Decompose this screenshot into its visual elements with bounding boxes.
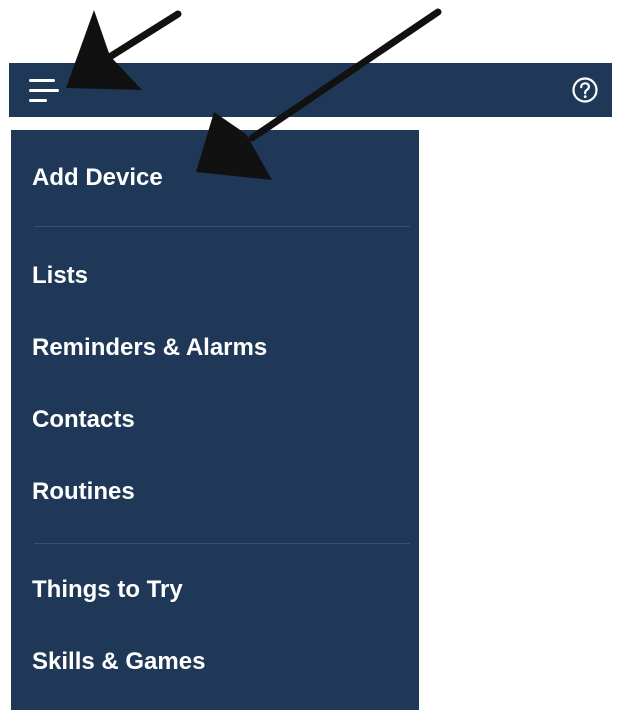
question-mark-circle-icon <box>572 77 598 103</box>
menu-item-add-device[interactable]: Add Device <box>32 163 163 193</box>
menu-divider <box>34 543 410 544</box>
hamburger-line <box>29 88 59 92</box>
menu-item-lists[interactable]: Lists <box>32 261 88 291</box>
help-button[interactable] <box>570 75 600 105</box>
side-menu: Add Device Lists Reminders & Alarms Cont… <box>11 130 419 710</box>
menu-divider <box>34 226 410 227</box>
hamburger-line <box>29 98 47 102</box>
menu-item-things-to-try[interactable]: Things to Try <box>32 575 183 605</box>
top-nav-bar <box>9 63 612 117</box>
menu-item-contacts[interactable]: Contacts <box>32 405 135 435</box>
menu-item-skills-games[interactable]: Skills & Games <box>32 647 205 677</box>
hamburger-menu-icon[interactable] <box>29 73 63 107</box>
menu-item-routines[interactable]: Routines <box>32 477 135 507</box>
menu-item-reminders-alarms[interactable]: Reminders & Alarms <box>32 333 267 363</box>
hamburger-line <box>29 78 55 82</box>
